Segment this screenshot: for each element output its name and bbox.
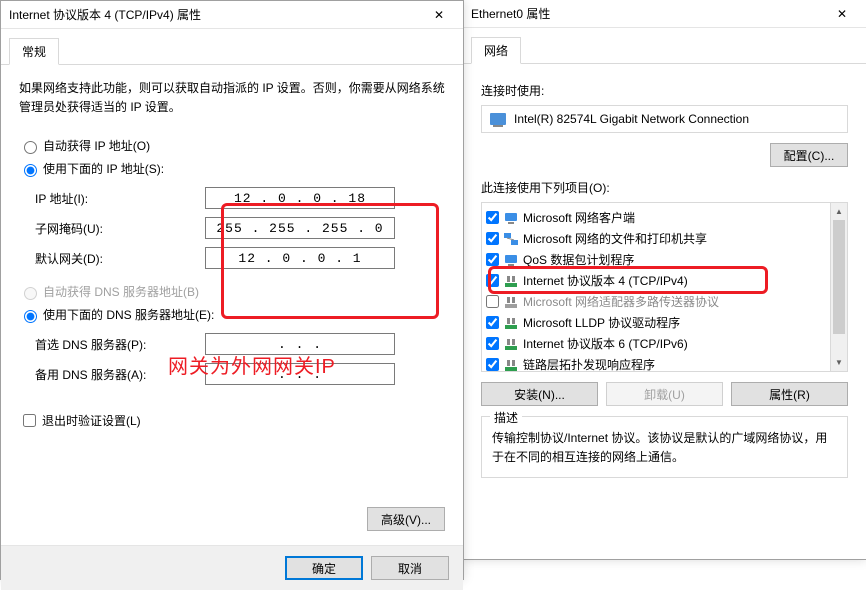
close-icon[interactable]: ✕: [419, 3, 459, 27]
list-item-checkbox[interactable]: [486, 253, 499, 266]
list-item-label: Microsoft LLDP 协议驱动程序: [523, 314, 680, 331]
advanced-button[interactable]: 高级(V)...: [367, 507, 445, 531]
network-protocol-icon: [503, 273, 519, 289]
client-icon: [503, 210, 519, 226]
list-item[interactable]: 链路层拓扑发现响应程序: [484, 354, 828, 371]
list-item[interactable]: Internet 协议版本 4 (TCP/IPv4): [484, 270, 828, 291]
subnet-mask-label: 子网掩码(U):: [35, 220, 205, 237]
validate-label: 退出时验证设置(L): [42, 412, 141, 429]
tab-general[interactable]: 常规: [9, 38, 59, 65]
cancel-button[interactable]: 取消: [371, 556, 449, 580]
titlebar: Ethernet0 属性 ✕: [463, 0, 866, 28]
radio-auto-ip-input[interactable]: [24, 141, 37, 154]
subnet-mask-input[interactable]: 255 . 255 . 255 . 0: [205, 217, 395, 239]
ip-address-label: IP 地址(I):: [35, 190, 205, 207]
radio-use-dns-input[interactable]: [24, 310, 37, 323]
annotation-text: 网关为外网网关IP: [168, 350, 336, 379]
list-item-checkbox[interactable]: [486, 295, 499, 308]
ethernet-properties-dialog: Ethernet0 属性 ✕ 网络 连接时使用: Intel(R) 82574L…: [462, 0, 866, 560]
network-protocol-icon: [503, 357, 519, 372]
list-item-label: Internet 协议版本 6 (TCP/IPv6): [523, 335, 688, 352]
radio-auto-ip[interactable]: 自动获得 IP 地址(O): [19, 137, 445, 154]
radio-auto-dns: 自动获得 DNS 服务器地址(B): [19, 283, 445, 300]
scroll-up-icon[interactable]: ▲: [831, 203, 847, 220]
network-protocol-icon: [503, 336, 519, 352]
list-item-label: Internet 协议版本 4 (TCP/IPv4): [523, 272, 688, 289]
ip-address-input[interactable]: 12 . 0 . 0 . 18: [205, 187, 395, 209]
window-title: Ethernet0 属性: [471, 5, 822, 22]
nic-icon: [490, 113, 506, 125]
list-item[interactable]: Microsoft 网络适配器多路传送器协议: [484, 291, 828, 312]
list-item-label: QoS 数据包计划程序: [523, 251, 634, 268]
radio-auto-dns-label: 自动获得 DNS 服务器地址(B): [43, 283, 199, 300]
nic-name: Intel(R) 82574L Gigabit Network Connecti…: [514, 112, 749, 126]
default-gateway-input[interactable]: 12 . 0 . 0 . 1: [205, 247, 395, 269]
radio-auto-dns-input: [24, 287, 37, 300]
description-legend: 描述: [490, 409, 522, 426]
radio-use-dns-label: 使用下面的 DNS 服务器地址(E):: [43, 306, 214, 323]
validate-checkbox[interactable]: [23, 414, 36, 427]
list-item-checkbox[interactable]: [486, 232, 499, 245]
intro-text: 如果网络支持此功能，则可以获取自动指派的 IP 设置。否则，你需要从网络系统管理…: [19, 79, 445, 117]
list-item-label: Microsoft 网络适配器多路传送器协议: [523, 293, 719, 310]
list-item[interactable]: QoS 数据包计划程序: [484, 249, 828, 270]
titlebar: Internet 协议版本 4 (TCP/IPv4) 属性 ✕: [1, 1, 463, 29]
description-text: 传输控制协议/Internet 协议。该协议是默认的广域网络协议，用于在不同的相…: [492, 429, 837, 467]
close-icon[interactable]: ✕: [822, 2, 862, 26]
network-protocol-icon: [503, 294, 519, 310]
tab-network[interactable]: 网络: [471, 37, 521, 64]
list-item-label: Microsoft 网络客户端: [523, 209, 635, 226]
items-list-label: 此连接使用下列项目(O):: [481, 179, 848, 196]
list-item-checkbox[interactable]: [486, 211, 499, 224]
validate-on-exit[interactable]: 退出时验证设置(L): [19, 411, 445, 430]
list-item-checkbox[interactable]: [486, 274, 499, 287]
ipv4-properties-dialog: Internet 协议版本 4 (TCP/IPv4) 属性 ✕ 常规 如果网络支…: [0, 0, 464, 580]
qos-icon: [503, 252, 519, 268]
tab-bar: 常规: [1, 29, 463, 65]
radio-auto-ip-label: 自动获得 IP 地址(O): [43, 137, 150, 154]
list-item[interactable]: Internet 协议版本 6 (TCP/IPv6): [484, 333, 828, 354]
ok-button[interactable]: 确定: [285, 556, 363, 580]
nic-field: Intel(R) 82574L Gigabit Network Connecti…: [481, 105, 848, 133]
default-gateway-label: 默认网关(D):: [35, 250, 205, 267]
list-item[interactable]: Microsoft 网络的文件和打印机共享: [484, 228, 828, 249]
radio-use-dns[interactable]: 使用下面的 DNS 服务器地址(E):: [19, 306, 445, 323]
network-protocol-icon: [503, 315, 519, 331]
file-share-icon: [503, 231, 519, 247]
radio-use-ip[interactable]: 使用下面的 IP 地址(S):: [19, 160, 445, 177]
list-item[interactable]: Microsoft LLDP 协议驱动程序: [484, 312, 828, 333]
properties-button[interactable]: 属性(R): [731, 382, 848, 406]
list-item-checkbox[interactable]: [486, 316, 499, 329]
scroll-thumb[interactable]: [833, 220, 845, 334]
tab-bar: 网络: [463, 28, 866, 64]
scroll-down-icon[interactable]: ▼: [831, 354, 847, 371]
install-button[interactable]: 安装(N)...: [481, 382, 598, 406]
list-item[interactable]: Microsoft 网络客户端: [484, 207, 828, 228]
radio-use-ip-label: 使用下面的 IP 地址(S):: [43, 160, 164, 177]
list-item-checkbox[interactable]: [486, 337, 499, 350]
window-title: Internet 协议版本 4 (TCP/IPv4) 属性: [9, 6, 419, 23]
uninstall-button: 卸载(U): [606, 382, 723, 406]
dialog-buttons: 确定 取消: [1, 545, 463, 590]
connect-using-label: 连接时使用:: [481, 82, 848, 99]
scrollbar[interactable]: ▲ ▼: [830, 203, 847, 371]
radio-use-ip-input[interactable]: [24, 164, 37, 177]
components-list: Microsoft 网络客户端 Microsoft 网络的文件和打印机共享 QoS …: [481, 202, 848, 372]
configure-button[interactable]: 配置(C)...: [770, 143, 848, 167]
list-item-label: 链路层拓扑发现响应程序: [523, 356, 655, 371]
list-item-label: Microsoft 网络的文件和打印机共享: [523, 230, 707, 247]
list-item-checkbox[interactable]: [486, 358, 499, 371]
description-group: 描述 传输控制协议/Internet 协议。该协议是默认的广域网络协议，用于在不…: [481, 416, 848, 478]
